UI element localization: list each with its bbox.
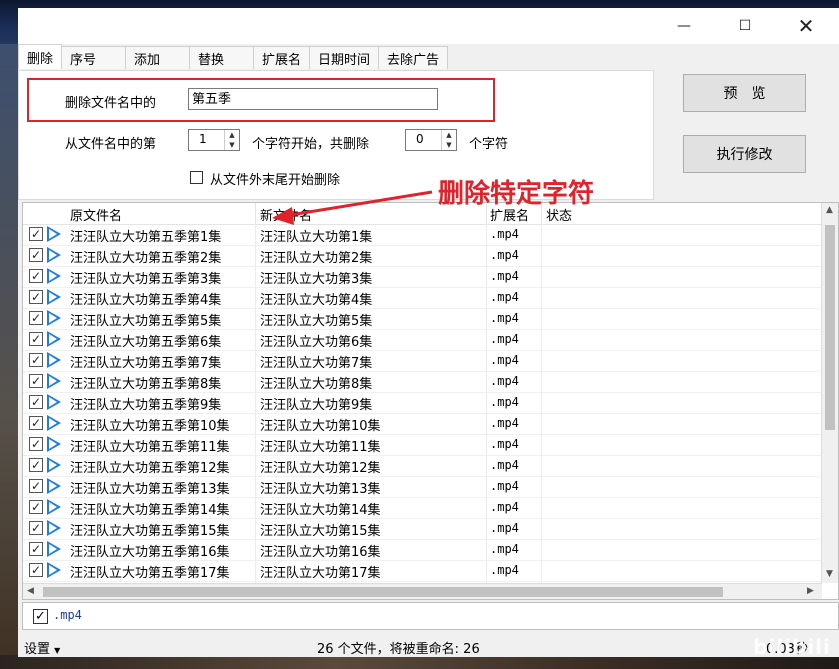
arrow-line bbox=[283, 190, 433, 218]
arrow-head bbox=[272, 207, 294, 225]
watermark-logo: bilibili bbox=[753, 635, 831, 659]
annotation-arrow bbox=[272, 190, 433, 225]
